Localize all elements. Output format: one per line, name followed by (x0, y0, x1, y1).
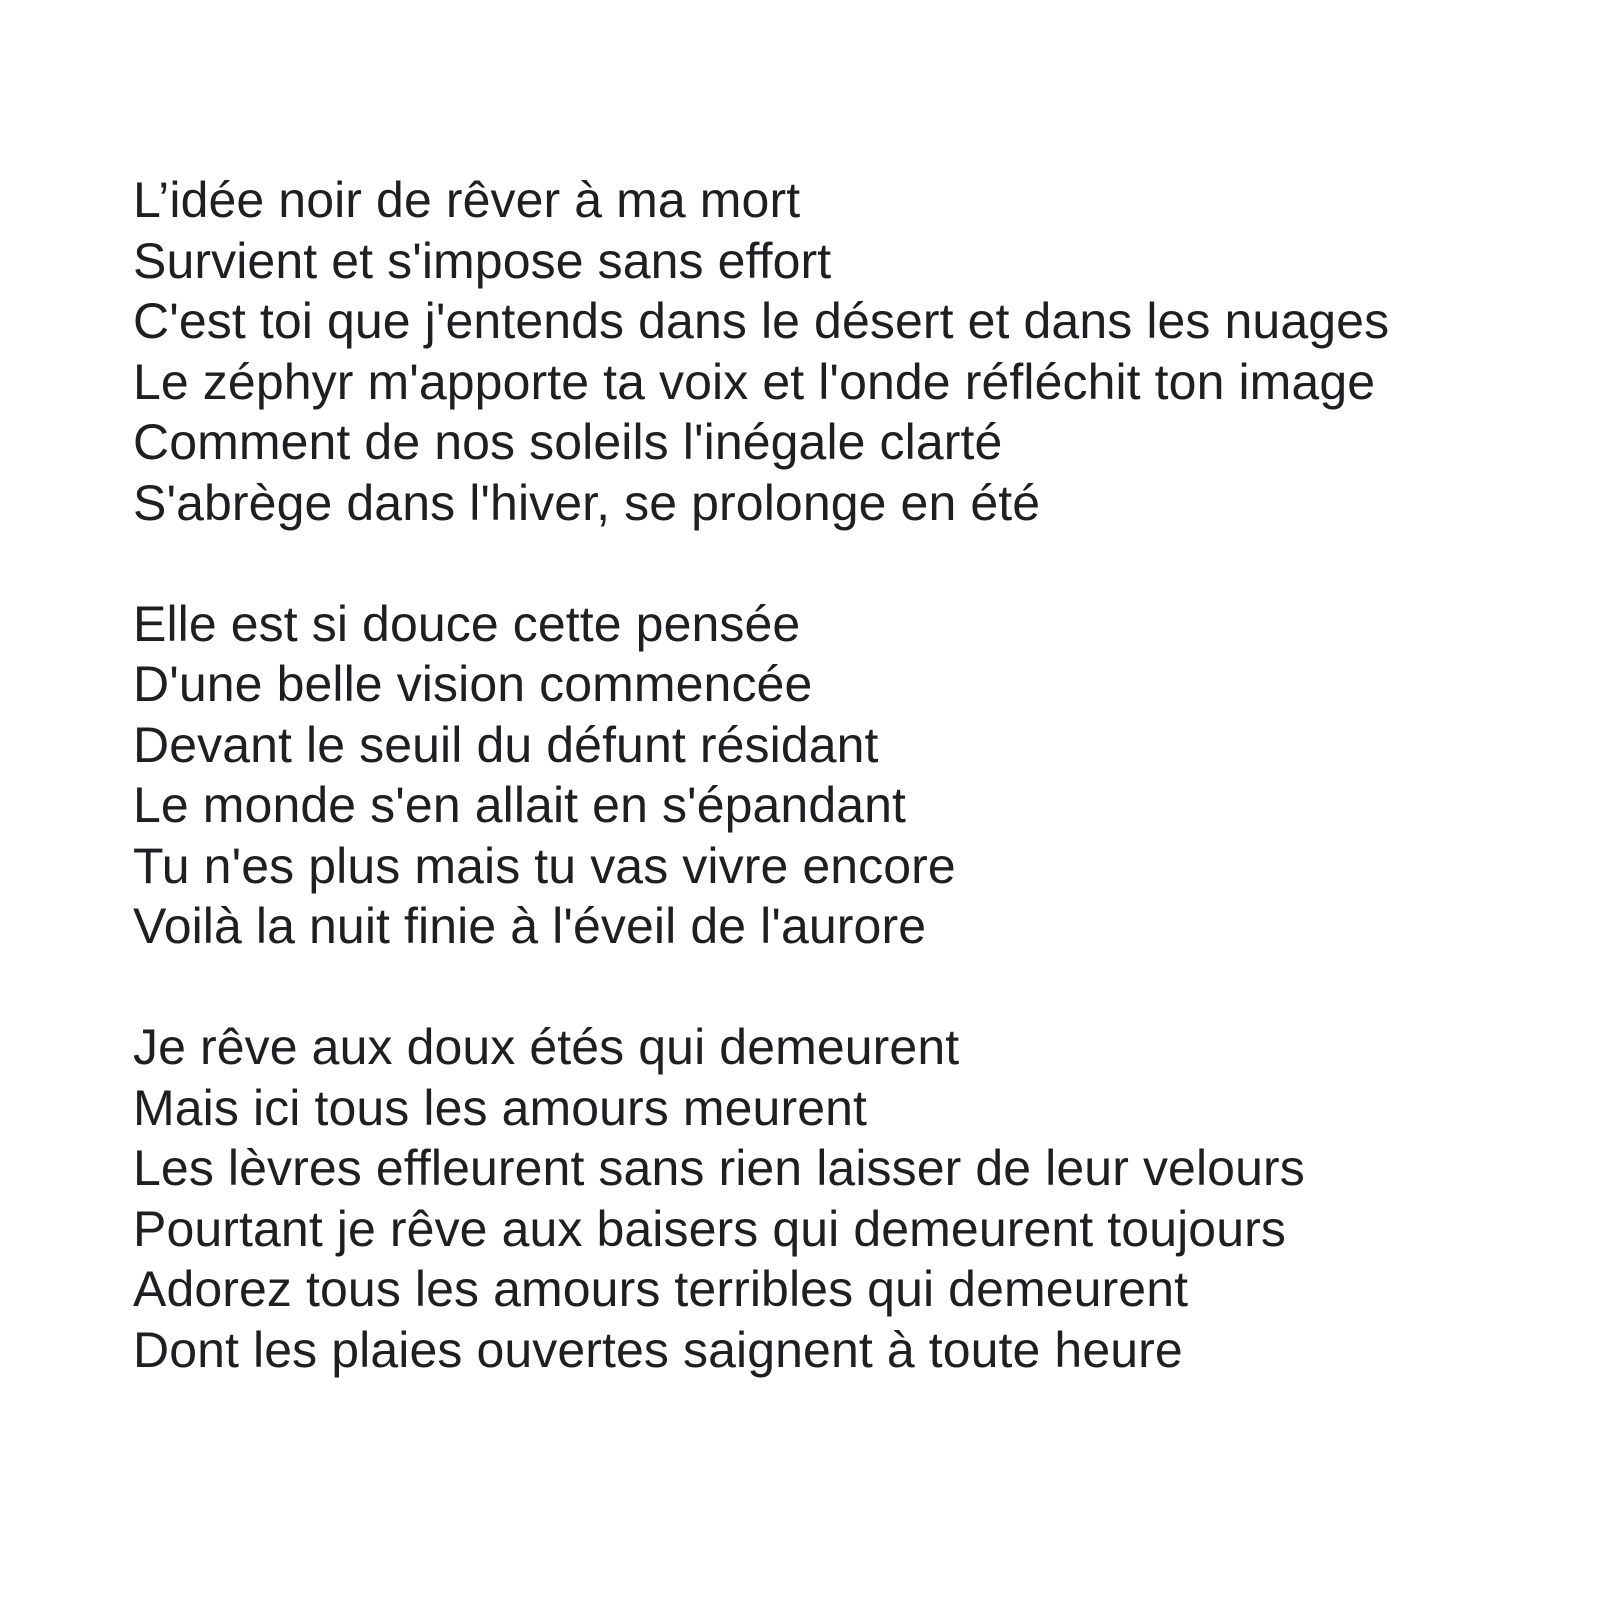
poem-line: Je rêve aux doux étés qui demeurent (133, 1019, 960, 1075)
stanza-3: Je rêve aux doux étés qui demeurent Mais… (133, 1017, 1553, 1380)
poem-line: Dont les plaies ouvertes saignent à tout… (133, 1321, 1183, 1378)
poem-line: Elle est si douce cette pensée (133, 595, 801, 652)
poem-line: Adorez tous les amours terribles qui dem… (133, 1261, 1189, 1317)
poem-text: L’idée noir de rêver à ma mort Survient … (133, 170, 1553, 1380)
poem-line: Le zéphyr m'apporte ta voix et l'onde ré… (133, 353, 1376, 410)
poem-line: Les lèvres effleurent sans rien laisser … (133, 1140, 1305, 1196)
poem-line: Voilà la nuit finie à l'éveil de l'auror… (133, 898, 927, 954)
poem-line: C'est toi que j'entends dans le désert e… (133, 293, 1390, 349)
poem-line: Devant le seuil du défunt résidant (133, 716, 879, 773)
poem-line: Mais ici tous les amours meurent (133, 1079, 868, 1136)
poem-line: Survient et s'impose sans effort (133, 232, 832, 289)
poem-line: S'abrège dans l'hiver, se prolonge en ét… (133, 474, 1041, 531)
poem-line: Comment de nos soleils l'inégale clarté (133, 414, 1003, 470)
poem-line: Le monde s'en allait en s'épandant (133, 777, 907, 833)
stanza-1: L’idée noir de rêver à ma mort Survient … (133, 170, 1553, 533)
poem-line: D'une belle vision commencée (133, 656, 813, 712)
stanza-2: Elle est si douce cette pensée D'une bel… (133, 594, 1553, 957)
poem-line: Tu n'es plus mais tu vas vivre encore (133, 837, 956, 894)
poem-line: L’idée noir de rêver à ma mort (133, 172, 801, 228)
poem-line: Pourtant je rêve aux baisers qui demeure… (133, 1200, 1286, 1257)
